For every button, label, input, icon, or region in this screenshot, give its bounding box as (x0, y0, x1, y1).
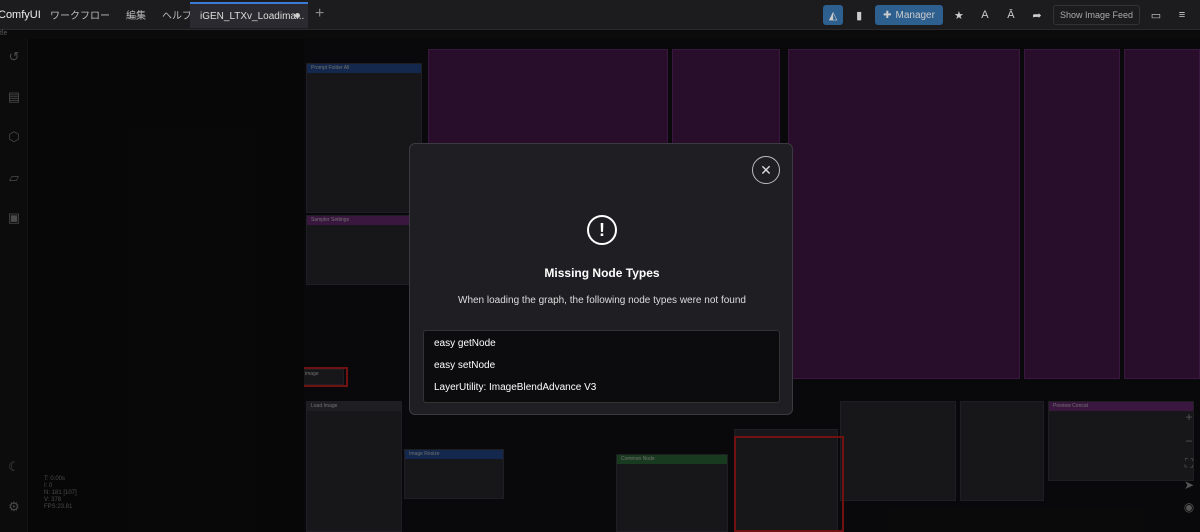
warning-icon: ! (587, 215, 617, 245)
missing-node-list: easy getNode easy setNode LayerUtility: … (423, 330, 780, 403)
feed-label: Show Image Feed (1059, 10, 1133, 20)
app-logo[interactable]: ComfyUI (0, 9, 42, 21)
unsaved-dot-icon (295, 13, 300, 18)
queue-icon[interactable]: ◭ (823, 5, 844, 25)
list-item: easy setNode (434, 360, 496, 371)
workflow-tab[interactable]: iGEN_LTXv_Loadima... (190, 2, 308, 28)
menu-icon[interactable]: ≡ (1172, 5, 1192, 25)
close-icon[interactable]: ✕ (752, 156, 780, 184)
manager-button[interactable]: ✚ Manager (875, 5, 943, 25)
translate-icon[interactable]: A (975, 5, 995, 25)
show-image-feed-button[interactable]: Show Image Feed (1052, 5, 1140, 25)
translate-alt-icon[interactable]: Ā (1001, 5, 1021, 25)
bookmark-icon[interactable]: ▮ (849, 5, 869, 25)
list-item: easy getNode (434, 338, 496, 349)
workflow-tab-label: iGEN_LTXv_Loadima... (200, 10, 305, 22)
menu-edit[interactable]: 編集 (118, 7, 154, 22)
manager-label: Manager (895, 9, 935, 21)
dialog-subtitle: When loading the graph, the following no… (458, 295, 746, 306)
puzzle-icon: ✚ (883, 9, 892, 21)
missing-nodes-dialog: ✕ ! Missing Node Types When loading the … (409, 143, 793, 415)
dialog-title: Missing Node Types (544, 266, 660, 280)
panel-icon[interactable]: ▭ (1146, 5, 1166, 25)
top-bar: ComfyUI ワークフロー 編集 ヘルプ iGEN_LTXv_Loadima.… (0, 0, 1200, 30)
star-icon[interactable]: ★ (949, 5, 969, 25)
list-item: LayerUtility: ImageBlendAdvance V3 (434, 382, 597, 393)
toolbar-right: ◭ ▮ ✚ Manager ★ A Ā ➦ Show Image Feed ▭ ≡ (823, 0, 1200, 30)
add-tab-icon[interactable]: + (315, 5, 324, 23)
menu-workflow[interactable]: ワークフロー (42, 7, 118, 22)
share-icon[interactable]: ➦ (1027, 5, 1047, 25)
